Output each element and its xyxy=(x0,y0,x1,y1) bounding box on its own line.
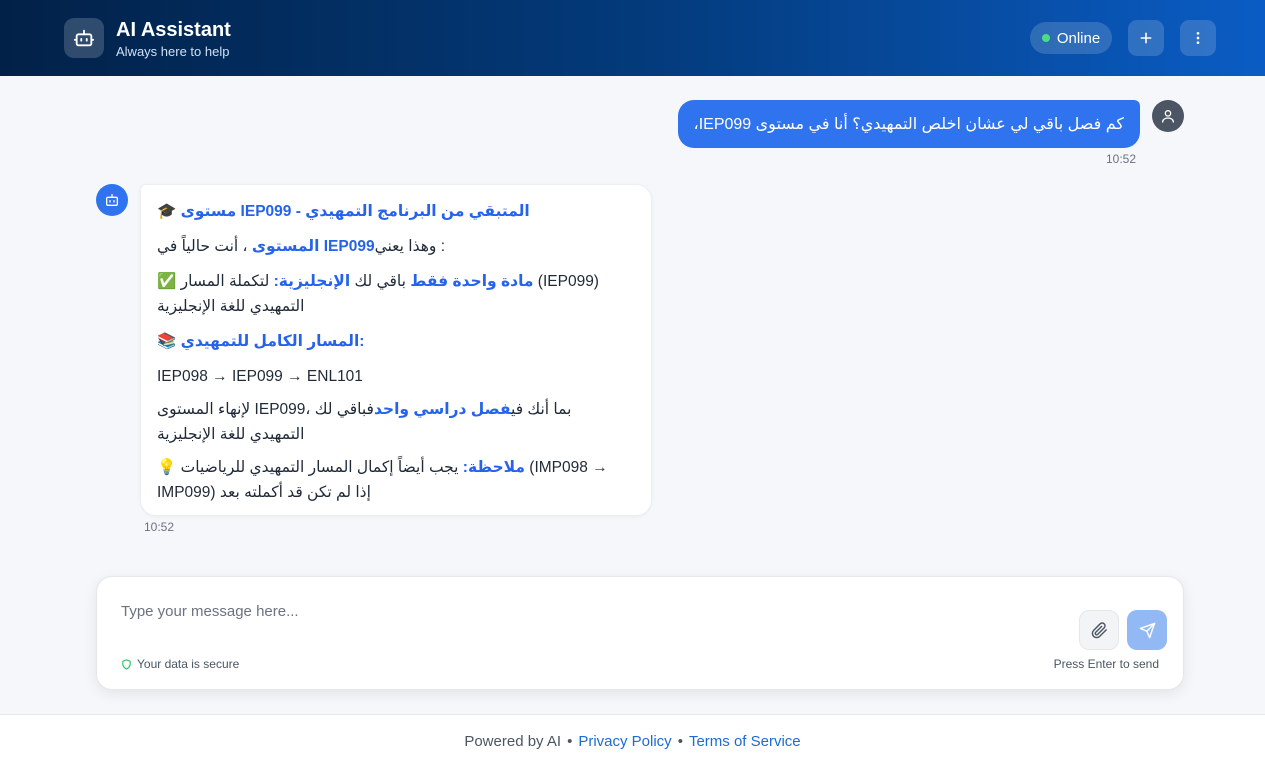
privacy-policy-link[interactable]: Privacy Policy xyxy=(578,733,671,750)
footer-separator: • xyxy=(567,732,573,750)
enter-hint: Press Enter to send xyxy=(1053,657,1159,671)
assistant-message-bubble: 🎓 مستوى IEP099 - المتبقي من البرنامج الت… xyxy=(140,184,652,516)
powered-by-text: Powered by AI xyxy=(464,732,562,750)
assistant-line-5: 💡 ملاحظة: يجب أيضاً إكمال المسار التمهيد… xyxy=(157,459,608,501)
online-dot-icon xyxy=(1041,34,1050,42)
more-vertical-icon xyxy=(1196,32,1200,44)
user-avatar xyxy=(1152,100,1184,132)
new-chat-button[interactable] xyxy=(1128,20,1164,56)
shield-icon xyxy=(122,658,131,670)
bot-icon xyxy=(106,194,118,206)
app-title: AI Assistant xyxy=(116,19,231,41)
send-button[interactable] xyxy=(1127,610,1167,650)
books-icon: 📚 xyxy=(157,333,177,350)
app-header: AI Assistant Always here to help Online xyxy=(0,0,1265,76)
assistant-line-4: لإنهاء المستوى IEP099، بما أنك فيفصل درا… xyxy=(157,401,572,443)
plus-icon xyxy=(1140,32,1152,44)
send-icon xyxy=(1139,622,1155,638)
user-message-text: كم فصل باقي لي عشان اخلص التمهيدي؟ أنا ف… xyxy=(693,116,1124,133)
assistant-line-2: ✅ مادة واحدة فقط باقي لك الإنجليزية: لتك… xyxy=(157,273,599,315)
attach-button[interactable] xyxy=(1079,610,1119,650)
check-mark-icon: ✅ xyxy=(157,273,177,290)
assistant-line-1: المستوى ، أنت حالياً في IEP099وهذا يعني … xyxy=(157,238,445,255)
message-input[interactable] xyxy=(121,599,1021,623)
status-label: Online xyxy=(1056,29,1101,47)
user-message-bubble: كم فصل باقي لي عشان اخلص التمهيدي؟ أنا ف… xyxy=(677,100,1140,148)
paperclip-icon xyxy=(1091,621,1107,638)
assistant-message-time: 10:52 xyxy=(144,520,175,534)
user-icon xyxy=(1162,110,1174,123)
heading-text: مستوى IEP099 - المتبقي من البرنامج التمه… xyxy=(180,203,530,220)
bot-logo-icon xyxy=(64,18,104,58)
bot-avatar xyxy=(96,184,128,216)
app-subtitle: Always here to help xyxy=(116,44,230,59)
page-footer: Powered by AI • Privacy Policy • Terms o… xyxy=(0,714,1265,767)
secure-note: Your data is secure xyxy=(121,657,239,671)
user-message-time: 10:52 xyxy=(1105,152,1136,166)
terms-of-service-link[interactable]: Terms of Service xyxy=(689,733,801,750)
footer-separator: • xyxy=(677,732,683,750)
graduation-cap-icon: 🎓 xyxy=(157,203,177,220)
assistant-line-3: 📚 المسار الكامل للتمهيدي: xyxy=(157,333,365,350)
assistant-heading: 🎓 مستوى IEP099 - المتبقي من البرنامج الت… xyxy=(157,199,635,224)
lightbulb-icon: 💡 xyxy=(157,459,177,476)
menu-button[interactable] xyxy=(1180,20,1216,56)
status-badge: Online xyxy=(1030,22,1112,54)
assistant-path: IEP098 → IEP099 → ENL101 xyxy=(157,368,363,385)
message-composer: Your data is secure Press Enter to send xyxy=(96,576,1184,690)
